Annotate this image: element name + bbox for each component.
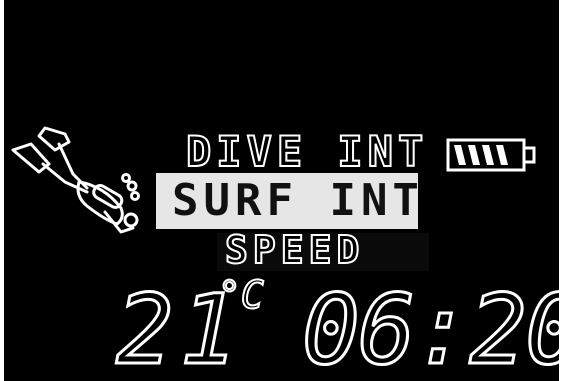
menu-item-dive-int: DIVE INT [185,127,429,176]
battery-bar [454,145,466,165]
battery-bar [482,145,494,165]
battery-bar [468,145,480,165]
temperature-unit: °C [217,273,265,317]
menu-item-speed: SPEED [224,228,365,272]
menu-item-surf-int: SURF INT [172,175,424,226]
diver-icon [11,126,140,234]
dive-computer-screen: DIVE INT SURF INT SPEED 21 °C 06:20 [4,0,559,381]
time-display: 06:20 [301,274,559,381]
battery-bar [496,145,508,165]
battery-icon [446,138,536,172]
